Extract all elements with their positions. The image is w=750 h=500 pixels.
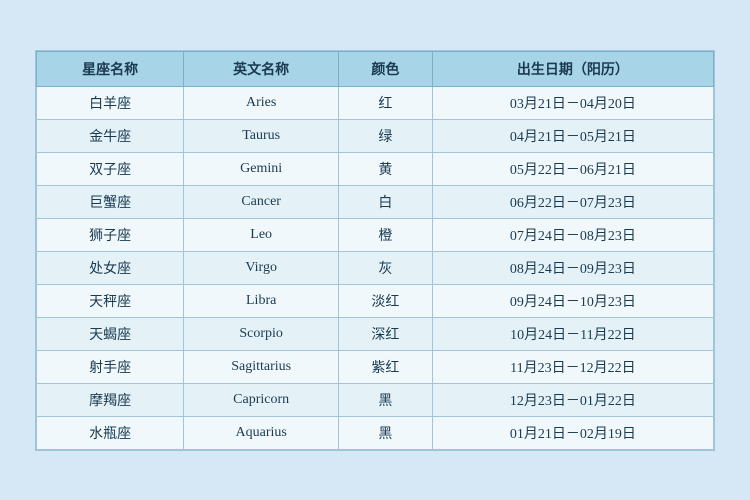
- cell-english-name: Taurus: [184, 119, 339, 152]
- cell-color: 黑: [339, 416, 433, 449]
- cell-color: 淡红: [339, 284, 433, 317]
- header-birth-date: 出生日期（阳历）: [432, 51, 713, 86]
- table-body: 白羊座Aries红03月21日－04月20日金牛座Taurus绿04月21日－0…: [37, 86, 714, 449]
- cell-english-name: Scorpio: [184, 317, 339, 350]
- cell-birth-date: 05月22日－06月21日: [432, 152, 713, 185]
- cell-english-name: Sagittarius: [184, 350, 339, 383]
- cell-english-name: Leo: [184, 218, 339, 251]
- cell-birth-date: 07月24日－08月23日: [432, 218, 713, 251]
- table-row: 水瓶座Aquarius黑01月21日－02月19日: [37, 416, 714, 449]
- cell-english-name: Aries: [184, 86, 339, 119]
- cell-color: 绿: [339, 119, 433, 152]
- table-row: 巨蟹座Cancer白06月22日－07月23日: [37, 185, 714, 218]
- cell-color: 橙: [339, 218, 433, 251]
- cell-birth-date: 09月24日－10月23日: [432, 284, 713, 317]
- cell-english-name: Libra: [184, 284, 339, 317]
- cell-chinese-name: 天秤座: [37, 284, 184, 317]
- cell-color: 白: [339, 185, 433, 218]
- cell-birth-date: 10月24日－11月22日: [432, 317, 713, 350]
- cell-birth-date: 03月21日－04月20日: [432, 86, 713, 119]
- cell-chinese-name: 白羊座: [37, 86, 184, 119]
- cell-color: 红: [339, 86, 433, 119]
- zodiac-table: 星座名称 英文名称 颜色 出生日期（阳历） 白羊座Aries红03月21日－04…: [36, 51, 714, 450]
- cell-chinese-name: 狮子座: [37, 218, 184, 251]
- cell-english-name: Aquarius: [184, 416, 339, 449]
- cell-color: 紫红: [339, 350, 433, 383]
- cell-birth-date: 01月21日－02月19日: [432, 416, 713, 449]
- header-chinese-name: 星座名称: [37, 51, 184, 86]
- header-english-name: 英文名称: [184, 51, 339, 86]
- cell-chinese-name: 摩羯座: [37, 383, 184, 416]
- cell-birth-date: 04月21日－05月21日: [432, 119, 713, 152]
- cell-english-name: Virgo: [184, 251, 339, 284]
- cell-english-name: Cancer: [184, 185, 339, 218]
- zodiac-table-container: 星座名称 英文名称 颜色 出生日期（阳历） 白羊座Aries红03月21日－04…: [35, 50, 715, 451]
- table-row: 双子座Gemini黄05月22日－06月21日: [37, 152, 714, 185]
- cell-chinese-name: 天蝎座: [37, 317, 184, 350]
- cell-birth-date: 08月24日－09月23日: [432, 251, 713, 284]
- cell-chinese-name: 水瓶座: [37, 416, 184, 449]
- header-color: 颜色: [339, 51, 433, 86]
- table-row: 天蝎座Scorpio深红10月24日－11月22日: [37, 317, 714, 350]
- cell-chinese-name: 双子座: [37, 152, 184, 185]
- table-row: 白羊座Aries红03月21日－04月20日: [37, 86, 714, 119]
- cell-color: 黑: [339, 383, 433, 416]
- cell-english-name: Gemini: [184, 152, 339, 185]
- table-row: 处女座Virgo灰08月24日－09月23日: [37, 251, 714, 284]
- cell-chinese-name: 金牛座: [37, 119, 184, 152]
- table-header-row: 星座名称 英文名称 颜色 出生日期（阳历）: [37, 51, 714, 86]
- cell-chinese-name: 巨蟹座: [37, 185, 184, 218]
- table-row: 金牛座Taurus绿04月21日－05月21日: [37, 119, 714, 152]
- cell-color: 深红: [339, 317, 433, 350]
- cell-birth-date: 06月22日－07月23日: [432, 185, 713, 218]
- cell-birth-date: 11月23日－12月22日: [432, 350, 713, 383]
- cell-chinese-name: 处女座: [37, 251, 184, 284]
- cell-english-name: Capricorn: [184, 383, 339, 416]
- table-row: 天秤座Libra淡红09月24日－10月23日: [37, 284, 714, 317]
- table-row: 射手座Sagittarius紫红11月23日－12月22日: [37, 350, 714, 383]
- cell-chinese-name: 射手座: [37, 350, 184, 383]
- cell-color: 黄: [339, 152, 433, 185]
- cell-birth-date: 12月23日－01月22日: [432, 383, 713, 416]
- cell-color: 灰: [339, 251, 433, 284]
- table-row: 摩羯座Capricorn黑12月23日－01月22日: [37, 383, 714, 416]
- table-row: 狮子座Leo橙07月24日－08月23日: [37, 218, 714, 251]
